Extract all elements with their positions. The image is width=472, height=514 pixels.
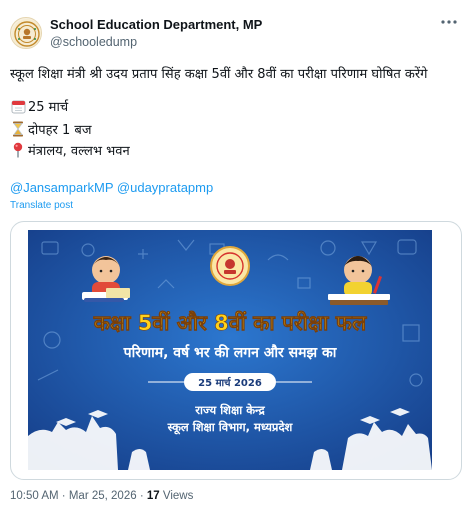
mention-link[interactable]: @JansamparkMP (10, 180, 113, 195)
tweet-time-line: दोपहर 1 बज (10, 120, 91, 138)
tweet-date[interactable]: Mar 25, 2026 (69, 490, 137, 502)
mention-link[interactable]: @udaypratapmp (117, 180, 213, 195)
time-line-text: दोपहर 1 बज (28, 123, 92, 138)
tweet: School Education Department, MP @schoole… (0, 0, 472, 514)
poster-date: 25 मार्च 2026 (198, 376, 262, 389)
author-name[interactable]: School Education Department, MP (50, 17, 262, 32)
views-label: Views (162, 490, 194, 502)
tweet-time[interactable]: 10:50 AM (10, 490, 59, 502)
place-line-text: मंत्रालय, वल्लभ भवन (28, 144, 130, 159)
views-count: 17 (146, 490, 160, 502)
tweet-date-line: 25 मार्च (10, 97, 68, 115)
poster-org-line1: राज्य शिक्षा केन्द्र (194, 403, 265, 417)
tweet-text: स्कूल शिक्षा मंत्री श्री उदय प्रताप सिंह… (10, 67, 428, 82)
date-line-text: 25 मार्च (28, 100, 69, 115)
meta-separator: · (139, 490, 144, 502)
poster-org-line2: स्कूल शिक्षा विभाग, मध्यप्रदेश (167, 420, 294, 435)
meta-separator: · (61, 490, 66, 502)
translate-post-link[interactable]: Translate post (10, 200, 73, 211)
poster-subline: परिणाम, वर्ष भर की लगन और समझ का (123, 344, 338, 361)
more-horizontal-icon[interactable] (436, 12, 462, 32)
avatar[interactable] (10, 17, 42, 49)
calendar-icon (10, 98, 26, 114)
poster-graphic: कक्षा 5वीं और 8वीं का परीक्षा फल परिणाम,… (28, 230, 432, 470)
author-handle[interactable]: @schooledump (50, 35, 137, 49)
location-pin-icon (10, 142, 26, 158)
tweet-meta: 10:50 AM · Mar 25, 2026 · 17 Views (10, 490, 193, 502)
mp-emblem-icon (210, 246, 250, 286)
result-poster[interactable]: कक्षा 5वीं और 8वीं का परीक्षा फल परिणाम,… (28, 230, 432, 470)
tweet-place-line: मंत्रालय, वल्लभ भवन (10, 141, 130, 159)
mp-emblem-icon (12, 19, 41, 48)
mentions: @JansamparkMP @udaypratapmp (10, 180, 213, 195)
poster-headline: कक्षा 5वीं और 8वीं का परीक्षा फल (93, 310, 367, 335)
media-card[interactable]: कक्षा 5वीं और 8वीं का परीक्षा फल परिणाम,… (10, 221, 462, 480)
hourglass-icon (10, 121, 26, 137)
